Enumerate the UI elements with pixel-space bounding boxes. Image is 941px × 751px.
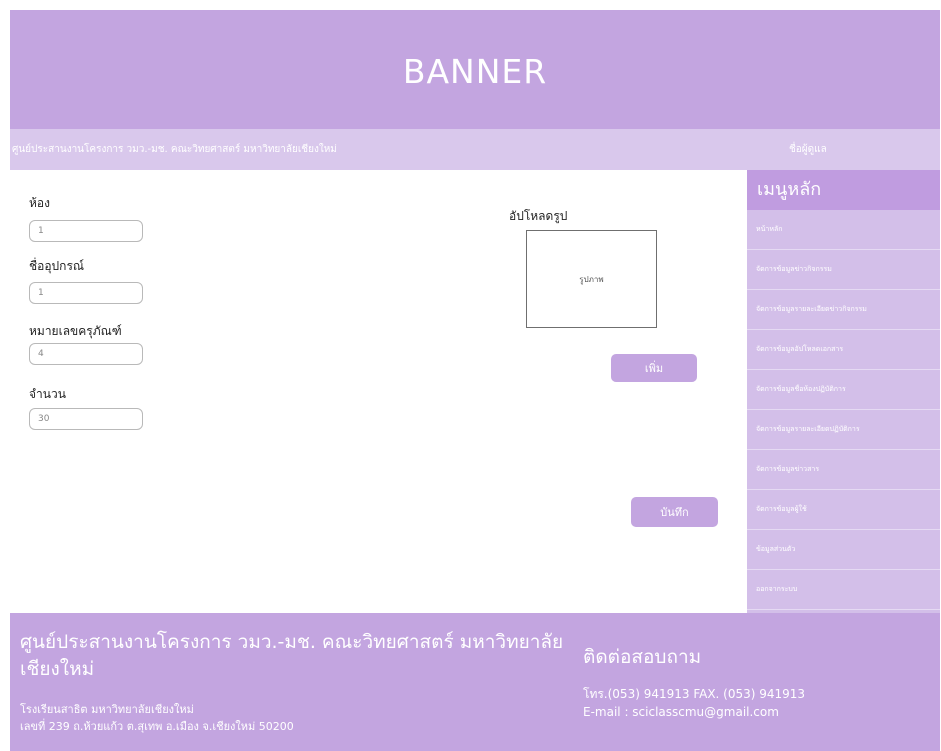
footer-email[interactable]: E-mail : sciclasscmu@gmail.com: [583, 703, 805, 721]
footer-contact-title: ติดต่อสอบถาม: [583, 646, 702, 668]
sidebar-heading: เมนูหลัก: [747, 170, 940, 210]
sidebar-item-logout[interactable]: ออกจากระบบ: [747, 570, 940, 610]
banner: BANNER: [10, 10, 940, 129]
add-button[interactable]: เพิ่ม: [611, 354, 697, 382]
sidebar-item-document-upload[interactable]: จัดการข้อมูลอัปโหลดเอกสาร: [747, 330, 940, 370]
top-info-bar: ศูนย์ประสานงานโครงการ วมว.-มช. คณะวิทยศา…: [10, 129, 940, 170]
footer: ศูนย์ประสานงานโครงการ วมว.-มช. คณะวิทยศา…: [10, 613, 940, 751]
sidebar-item-lab-details[interactable]: จัดการข้อมูลรายละเอียดปฏิบัติการ: [747, 410, 940, 450]
quantity-input[interactable]: [29, 408, 143, 430]
room-label: ห้อง: [29, 196, 50, 210]
page-frame: BANNER ศูนย์ประสานงานโครงการ วมว.-มช. คณ…: [10, 10, 940, 751]
sidebar-item-lab-names[interactable]: จัดการข้อมูลชื่อห้องปฏิบัติการ: [747, 370, 940, 410]
upload-image-label: อัปโหลดรูป: [509, 209, 568, 223]
footer-phone: โทร.(053) 941913 FAX. (053) 941913: [583, 687, 806, 701]
sidebar-item-profile[interactable]: ข้อมูลส่วนตัว: [747, 530, 940, 570]
sidebar-menu: เมนูหลัก หน้าหลัก จัดการข้อมูลข่าวกิจกรร…: [747, 170, 940, 613]
footer-address: เลขที่ 239 ถ.ห้วยแก้ว ต.สุเทพ อ.เมือง จ.…: [20, 720, 294, 733]
footer-org-title: ศูนย์ประสานงานโครงการ วมว.-มช. คณะวิทยศา…: [20, 631, 564, 680]
username-link[interactable]: ชื่อผู้ดูแล: [789, 142, 827, 157]
sidebar-item-home[interactable]: หน้าหลัก: [747, 210, 940, 250]
footer-school: โรงเรียนสาธิต มหาวิทยาลัยเชียงใหม่: [20, 703, 194, 716]
organization-text: ศูนย์ประสานงานโครงการ วมว.-มช. คณะวิทยศา…: [12, 144, 337, 155]
serial-number-label: หมายเลขครุภัณฑ์: [29, 324, 122, 338]
main-content: ห้อง ชื่ออุปกรณ์ หมายเลขครุภัณฑ์ จำนวน อ…: [10, 170, 747, 613]
image-placeholder-text: รูปภาพ: [579, 274, 604, 284]
room-input[interactable]: [29, 220, 143, 242]
sidebar-item-news[interactable]: จัดการข้อมูลข่าวสาร: [747, 450, 940, 490]
quantity-label: จำนวน: [29, 387, 66, 401]
sidebar-item-activity-news[interactable]: จัดการข้อมูลข่าวกิจกรรม: [747, 250, 940, 290]
equipment-name-input[interactable]: [29, 282, 143, 304]
footer-contact-block: โทร.(053) 941913 FAX. (053) 941913 E-mai…: [583, 685, 805, 721]
sidebar-item-users[interactable]: จัดการข้อมูลผู้ใช้: [747, 490, 940, 530]
sidebar-item-activity-details[interactable]: จัดการข้อมูลรายละเอียดข่าวกิจกรรม: [747, 290, 940, 330]
serial-number-input[interactable]: [29, 343, 143, 365]
image-upload-area[interactable]: รูปภาพ: [526, 230, 657, 328]
banner-title: BANNER: [402, 52, 548, 91]
save-button[interactable]: บันทึก: [631, 497, 718, 527]
equipment-name-label: ชื่ออุปกรณ์: [29, 259, 85, 273]
footer-address-block: โรงเรียนสาธิต มหาวิทยาลัยเชียงใหม่ เลขที…: [20, 701, 294, 735]
